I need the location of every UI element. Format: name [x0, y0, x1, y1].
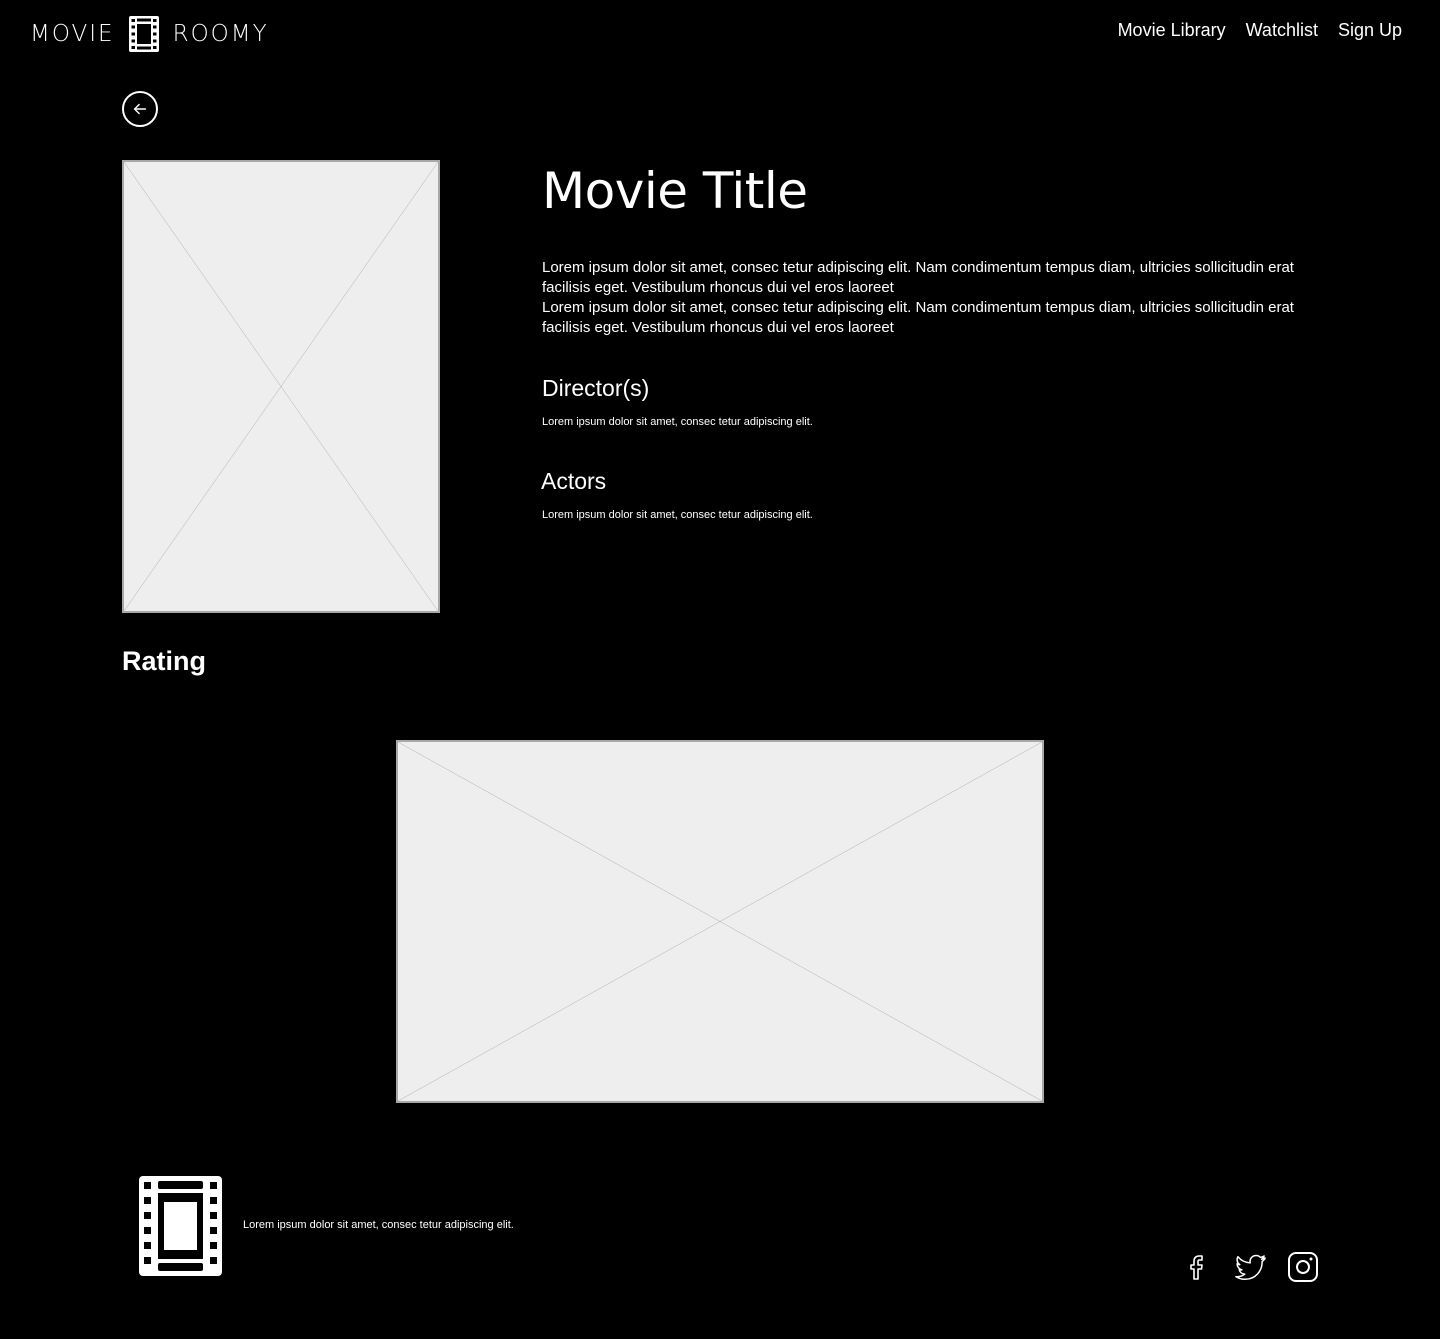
nav-sign-up[interactable]: Sign Up: [1338, 20, 1402, 41]
twitter-icon[interactable]: [1234, 1250, 1268, 1284]
back-button[interactable]: [122, 91, 158, 127]
logo-word-left: MOVIE: [30, 21, 115, 47]
footer-film-strip-icon: [139, 1176, 222, 1276]
actors-text: Lorem ipsum dolor sit amet, consec tetur…: [542, 509, 813, 521]
image-placeholder-icon: [124, 162, 438, 611]
rating-heading: Rating: [122, 646, 206, 676]
image-placeholder-icon: [398, 742, 1042, 1101]
movie-description: Lorem ipsum dolor sit amet, consec tetur…: [542, 258, 1332, 338]
movie-detail-page: MOVIE ROOMY Movie Library Watchlist Sign…: [0, 0, 1440, 1339]
arrow-left-icon: [133, 103, 147, 115]
directors-text: Lorem ipsum dolor sit amet, consec tetur…: [542, 416, 813, 428]
footer-text: Lorem ipsum dolor sit amet, consec tetur…: [243, 1219, 514, 1231]
description-paragraph: Lorem ipsum dolor sit amet, consec tetur…: [542, 299, 1294, 336]
logo-word-right: ROOMY: [172, 21, 269, 47]
nav-watchlist[interactable]: Watchlist: [1246, 20, 1318, 41]
film-strip-icon: [128, 16, 159, 52]
actors-heading: Actors: [541, 468, 607, 494]
facebook-icon[interactable]: [1182, 1250, 1216, 1284]
directors-heading: Director(s): [542, 375, 650, 401]
main-nav: Movie Library Watchlist Sign Up: [1118, 20, 1402, 41]
social-links: [1182, 1250, 1320, 1284]
movie-poster-placeholder: [122, 160, 440, 613]
movie-title: Movie Title: [542, 162, 808, 220]
nav-movie-library[interactable]: Movie Library: [1118, 20, 1226, 41]
instagram-icon[interactable]: [1286, 1250, 1320, 1284]
trailer-placeholder[interactable]: [396, 740, 1044, 1103]
site-logo[interactable]: MOVIE ROOMY: [30, 16, 269, 52]
description-paragraph: Lorem ipsum dolor sit amet, consec tetur…: [542, 259, 1294, 296]
